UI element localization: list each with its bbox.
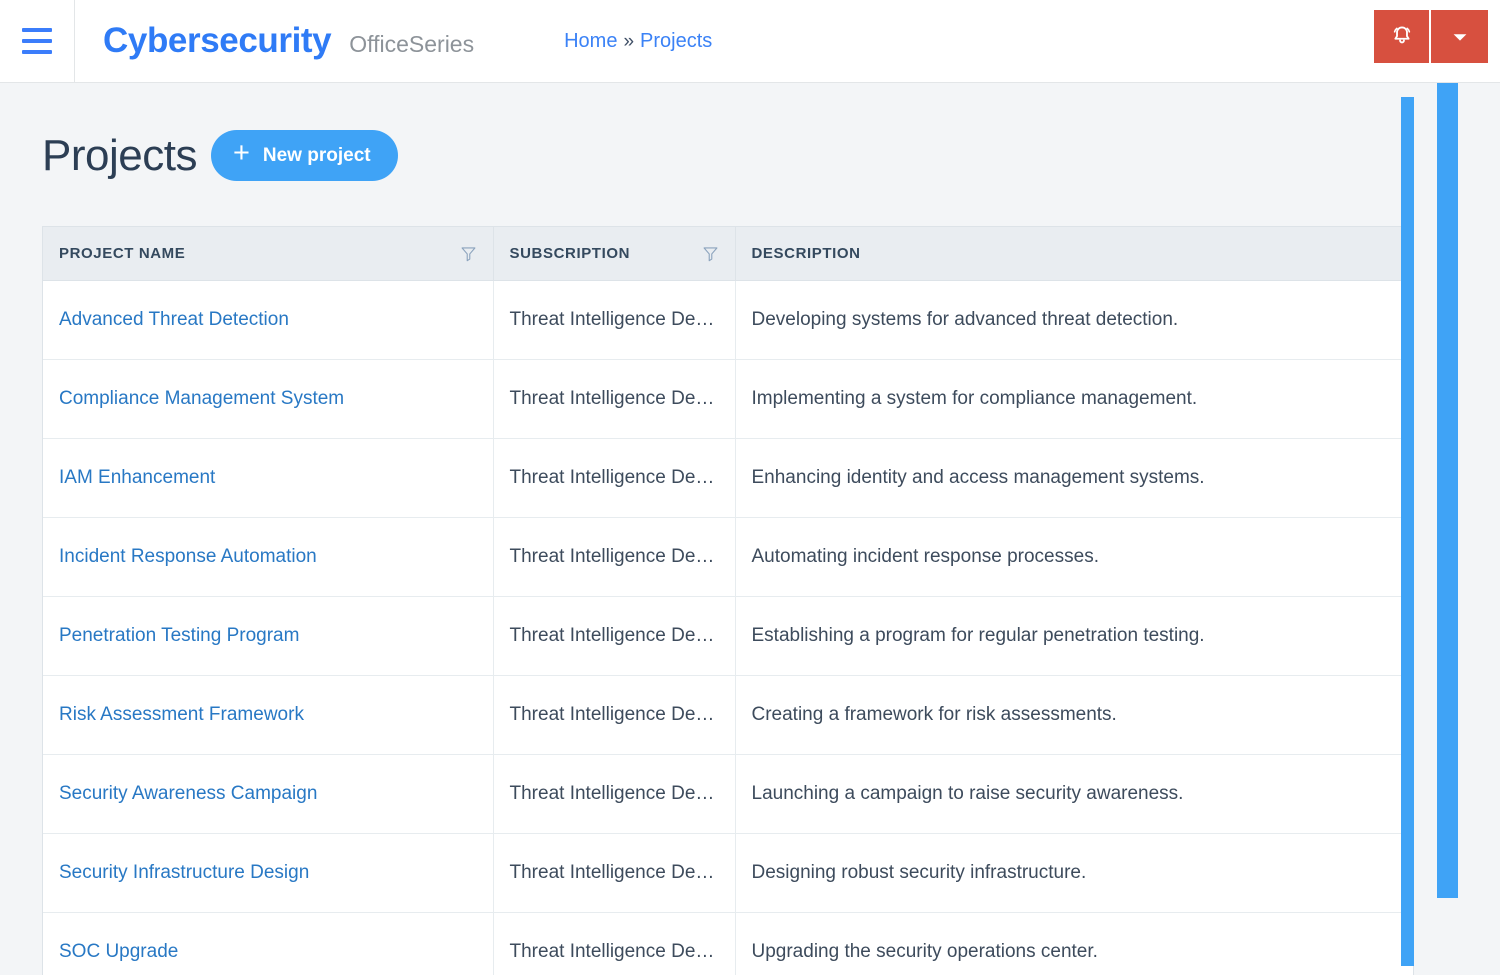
table-body: Advanced Threat Detection Threat Intellig… (43, 280, 1413, 975)
project-name-link[interactable]: Compliance Management System (59, 388, 344, 409)
project-name-link[interactable]: Risk Assessment Framework (59, 704, 304, 725)
header-dropdown-button[interactable] (1431, 10, 1488, 63)
column-header-description-label: DESCRIPTION (751, 244, 861, 262)
column-header-subscription-label: SUBSCRIPTION (509, 244, 631, 262)
cell-subscription: Threat Intelligence De… (493, 596, 736, 676)
table-row: Security Infrastructure Design Threat Int… (43, 833, 1413, 913)
cell-project-name: Security Awareness Campaign (43, 754, 494, 834)
table-header-row: PROJECT NAME SUBSCRIPTION DESCRIPTION (43, 227, 1413, 281)
plus-icon: + (232, 137, 250, 169)
table-row: Risk Assessment Framework Threat Intellig… (43, 675, 1413, 755)
project-name-link[interactable]: Advanced Threat Detection (59, 309, 289, 330)
notifications-button[interactable] (1374, 10, 1431, 63)
filter-icon-project-name[interactable] (460, 245, 477, 262)
breadcrumb: Home » Projects (564, 30, 712, 53)
top-header-bar: Cybersecurity OfficeSeries Home » Projec… (0, 0, 1500, 83)
cell-subscription: Threat Intelligence De… (493, 280, 736, 360)
cell-subscription: Threat Intelligence De… (493, 438, 736, 518)
cell-description: Creating a framework for risk assessment… (735, 675, 1413, 755)
bell-icon (1393, 26, 1410, 43)
cell-subscription: Threat Intelligence De… (493, 833, 736, 913)
table-vertical-scrollbar[interactable] (1401, 97, 1414, 966)
cell-description: Developing systems for advanced threat d… (735, 280, 1413, 360)
table-row: Compliance Management System Threat Intel… (43, 359, 1413, 439)
cell-description: Upgrading the security operations center… (735, 912, 1413, 975)
table-row: Advanced Threat Detection Threat Intellig… (43, 280, 1413, 360)
table-row: IAM Enhancement Threat Intelligence De… En… (43, 438, 1413, 518)
column-header-subscription[interactable]: SUBSCRIPTION (493, 227, 736, 281)
new-project-button-label: New project (262, 144, 371, 166)
project-name-link[interactable]: Security Infrastructure Design (59, 862, 309, 883)
cell-project-name: IAM Enhancement (43, 438, 494, 518)
project-name-link[interactable]: SOC Upgrade (59, 941, 178, 962)
project-name-link[interactable]: Penetration Testing Program (59, 625, 299, 646)
cell-description: Establishing a program for regular penet… (735, 596, 1413, 676)
cell-project-name: Compliance Management System (43, 359, 494, 439)
column-header-description[interactable]: DESCRIPTION (735, 227, 1413, 281)
hamburger-icon-bar-2 (22, 39, 52, 43)
cell-description: Designing robust security infrastructure… (735, 833, 1413, 913)
header-actions (1374, 10, 1488, 63)
new-project-button[interactable]: + New project (210, 130, 398, 181)
table-header: PROJECT NAME SUBSCRIPTION DESCRIPTION (43, 227, 1413, 281)
cell-project-name: SOC Upgrade (43, 912, 494, 975)
projects-table: PROJECT NAME SUBSCRIPTION DESCRIPTION Ad… (43, 227, 1413, 975)
column-header-project-name-label: PROJECT NAME (59, 244, 186, 262)
table-row: Penetration Testing Program Threat Intell… (43, 596, 1413, 676)
table-row: Security Awareness Campaign Threat Intell… (43, 754, 1413, 834)
brand-title: Cybersecurity (103, 21, 332, 60)
cell-description: Automating incident response processes. (735, 517, 1413, 597)
cell-project-name: Incident Response Automation (43, 517, 494, 597)
projects-table-container: PROJECT NAME SUBSCRIPTION DESCRIPTION Ad… (42, 226, 1414, 975)
page-title: Projects (42, 130, 197, 180)
chevron-down-icon (1453, 33, 1466, 41)
cell-project-name: Penetration Testing Program (43, 596, 494, 676)
page-content: Projects + New project PROJECT NAME SUBS… (0, 83, 1500, 975)
cell-project-name: Risk Assessment Framework (43, 675, 494, 755)
cell-subscription: Threat Intelligence De… (493, 912, 736, 975)
table-row: Incident Response Automation Threat Intel… (43, 517, 1413, 597)
cell-description: Implementing a system for compliance man… (735, 359, 1413, 439)
cell-description: Launching a campaign to raise security a… (735, 754, 1413, 834)
filter-icon-subscription[interactable] (702, 245, 719, 262)
project-name-link[interactable]: IAM Enhancement (59, 467, 215, 488)
page-header: Projects + New project (42, 83, 1458, 181)
hamburger-icon-bar-3 (22, 50, 52, 54)
cell-subscription: Threat Intelligence De… (493, 754, 736, 834)
project-name-link[interactable]: Security Awareness Campaign (59, 783, 317, 804)
breadcrumb-link-projects[interactable]: Projects (640, 30, 712, 53)
hamburger-menu-button[interactable] (0, 0, 75, 83)
page-vertical-scrollbar[interactable] (1437, 83, 1458, 898)
hamburger-icon-bar-1 (22, 28, 52, 32)
cell-subscription: Threat Intelligence De… (493, 675, 736, 755)
cell-subscription: Threat Intelligence De… (493, 517, 736, 597)
brand-area[interactable]: Cybersecurity OfficeSeries (103, 21, 474, 61)
breadcrumb-link-home[interactable]: Home (564, 30, 617, 53)
project-name-link[interactable]: Incident Response Automation (59, 546, 317, 567)
brand-subtitle: OfficeSeries (349, 31, 475, 57)
column-header-project-name[interactable]: PROJECT NAME (43, 227, 494, 281)
cell-subscription: Threat Intelligence De… (493, 359, 736, 439)
breadcrumb-separator-icon: » (623, 30, 635, 52)
cell-project-name: Security Infrastructure Design (43, 833, 494, 913)
table-row: SOC Upgrade Threat Intelligence De… Upgrad… (43, 912, 1413, 975)
cell-description: Enhancing identity and access management… (735, 438, 1413, 518)
cell-project-name: Advanced Threat Detection (43, 280, 494, 360)
